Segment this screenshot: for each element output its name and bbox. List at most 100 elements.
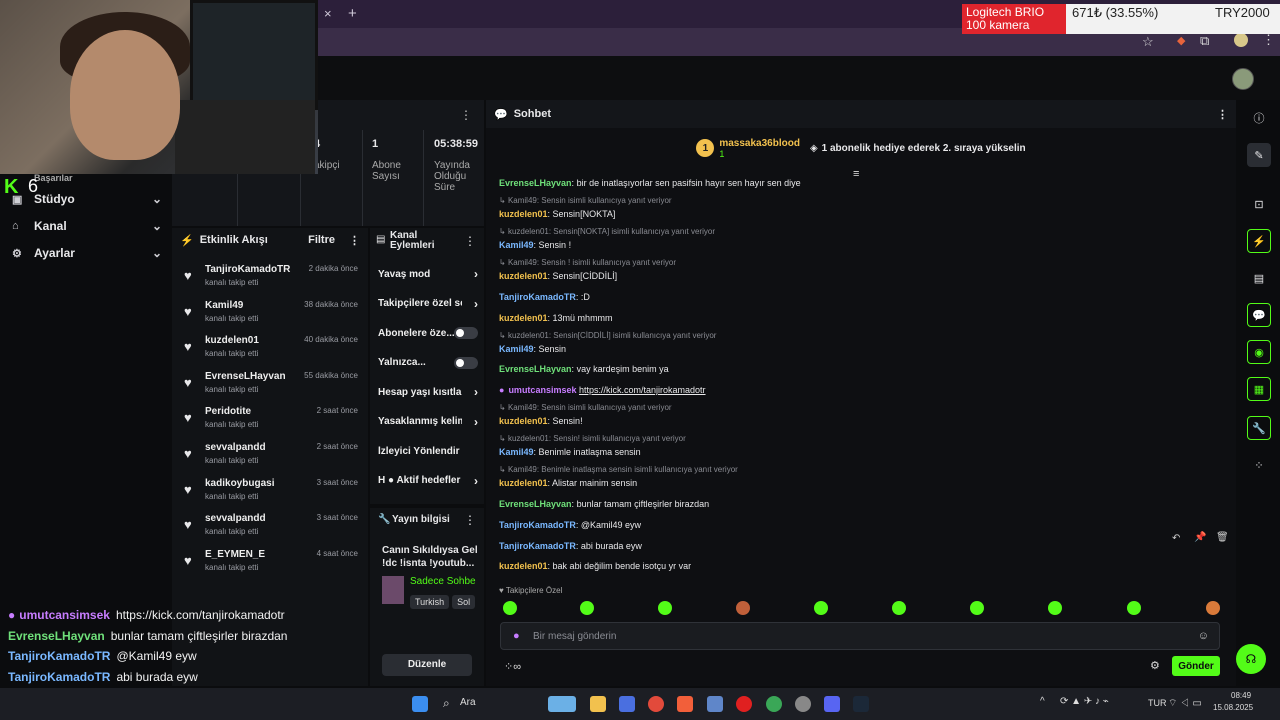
chat-message[interactable]: kuzdelen01: Alistar mainim sensin (499, 478, 637, 488)
info-icon[interactable]: ⓘ (1247, 106, 1271, 130)
chat-message[interactable]: EvrenseLHayvan: vay kardeşim benim ya (499, 364, 669, 374)
browser-menu-icon[interactable]: ⋮ (1262, 32, 1275, 48)
chat-menu-icon[interactable]: ⋮ (1217, 108, 1228, 121)
support-icon[interactable]: ☊ (1236, 644, 1266, 674)
filter-button[interactable]: Filtre (308, 234, 335, 246)
chat-message[interactable]: EvrenseLHayvan: bir de inatlaşıyorlar se… (499, 178, 801, 188)
chat-username[interactable]: Kamil49 (499, 447, 534, 457)
chat-message[interactable]: kuzdelen01: Sensin[NOKTA] (499, 209, 615, 219)
chat-username[interactable]: kuzdelen01 (499, 561, 548, 571)
chat-username[interactable]: TanjiroKamadoTR (499, 292, 576, 302)
gear-icon[interactable]: ⚙ (1150, 659, 1160, 672)
chat-message[interactable]: Kamil49: Benimle inatlaşma sensin (499, 447, 641, 457)
activity-item[interactable]: ♥ kadikoybugasi kanalı takip etti 3 saat ön… (172, 476, 368, 510)
layout-icon[interactable]: ▦ (1247, 377, 1271, 401)
mic-icon[interactable]: ● (513, 630, 520, 642)
chat-username[interactable]: Kamil49 (499, 344, 534, 354)
activity-item[interactable]: ♥ EvrenseLHayvan kanalı takip etti 55 dakik… (172, 369, 368, 403)
channel-action-item[interactable]: Takipçilere özel sc › (378, 294, 478, 314)
browser-icon[interactable] (766, 696, 782, 712)
chat-message[interactable]: TanjiroKamadoTR: @Kamil49 eyw (499, 520, 641, 530)
channel-action-item[interactable]: Yasaklanmış kelim › (378, 412, 478, 432)
wrench-icon[interactable]: 🔧 (1247, 416, 1271, 440)
channel-action-item[interactable]: Yavaş mod › (378, 264, 478, 284)
app-icon[interactable] (795, 696, 811, 712)
brave-icon[interactable] (677, 696, 693, 712)
toggle-switch[interactable] (454, 327, 478, 339)
sidebar-item-settings[interactable]: ⚙ Ayarlar ⌄ (12, 243, 162, 263)
chat-message[interactable]: Kamil49: Sensin ! (499, 240, 571, 250)
tray-chevron-icon[interactable]: ^ (1040, 696, 1045, 707)
widget-icon[interactable] (548, 696, 576, 712)
chat-message[interactable]: kuzdelen01: bak abi değilim bende isotçu… (499, 561, 691, 571)
chat-username[interactable]: kuzdelen01 (499, 416, 548, 426)
chat-username[interactable]: EvrenseLHayvan (499, 364, 572, 374)
panel-menu-icon[interactable]: ⋮ (464, 234, 476, 248)
language-indicator[interactable]: TUR (1148, 698, 1167, 708)
broadcast-icon[interactable]: ◉ (1247, 340, 1271, 364)
profile-avatar[interactable] (1234, 33, 1248, 47)
emote-button[interactable] (1127, 601, 1141, 615)
channel-action-item[interactable]: İzleyici Yönlendir (378, 441, 478, 461)
sidebar-item-channel[interactable]: ⌂ Kanal ⌄ (12, 216, 162, 236)
youtube-icon[interactable] (736, 696, 752, 712)
taskbar-search-label[interactable]: Ara (460, 697, 476, 708)
activity-item[interactable]: ♥ TanjiroKamadoTR kanalı takip etti 2 dakik… (172, 262, 368, 296)
extensions-puzzle-icon[interactable]: ⧉ (1200, 33, 1209, 49)
grid-dots-icon[interactable]: ⁘ (1247, 453, 1271, 477)
activity-item[interactable]: ♥ Peridotite kanalı takip etti 2 saat önce (172, 404, 368, 438)
new-tab-button[interactable]: + (348, 5, 357, 22)
chat-username[interactable]: umutcansimsek (508, 385, 576, 395)
chat-icon[interactable]: 💬 (1247, 303, 1271, 327)
category-name[interactable]: Sadece Sohbe (410, 576, 476, 587)
chat-message[interactable]: kuzdelen01: Sensin! (499, 416, 583, 426)
tag[interactable]: Sol (452, 595, 476, 609)
channel-action-item[interactable]: H ● Aktif hedefler - 2 › (378, 471, 478, 491)
store-icon[interactable] (619, 696, 635, 712)
bookmark-star-icon[interactable]: ☆ (1142, 34, 1154, 50)
steam-icon[interactable] (853, 696, 869, 712)
chrome-icon[interactable] (648, 696, 664, 712)
search-icon[interactable]: ⌕ (443, 696, 450, 711)
delete-icon[interactable]: 🗑 (1216, 532, 1229, 543)
pin-icon[interactable]: 📌 (1194, 532, 1206, 543)
chat-username[interactable]: kuzdelen01 (499, 271, 548, 281)
windows-start-icon[interactable] (412, 696, 428, 712)
tray-icons[interactable]: ⟳ ▲ ✈ ♪ ⌁ (1060, 696, 1109, 707)
emote-button[interactable] (736, 601, 750, 615)
emote-button[interactable] (658, 601, 672, 615)
user-avatar[interactable] (1232, 68, 1254, 90)
toggle-switch[interactable] (454, 356, 478, 369)
chat-username[interactable]: kuzdelen01 (499, 209, 548, 219)
chat-settings-icon[interactable]: ⁘∞ (504, 660, 521, 673)
emote-button[interactable] (892, 601, 906, 615)
chat-username[interactable]: EvrenseLHayvan (499, 178, 572, 188)
collapse-icon[interactable]: ≡ (853, 168, 859, 180)
activity-item[interactable]: ♥ sevvalpandd kanalı takip etti 2 saat önce (172, 440, 368, 474)
chat-username[interactable]: TanjiroKamadoTR (499, 541, 576, 551)
activity-item[interactable]: ♥ Kamil49 kanalı takip etti 38 dakika önce (172, 298, 368, 332)
chat-username[interactable]: TanjiroKamadoTR (499, 520, 576, 530)
target-icon[interactable]: ⊡ (1247, 192, 1271, 216)
send-button[interactable]: Gönder (1172, 656, 1220, 676)
emote-button[interactable] (1206, 601, 1220, 615)
chat-username[interactable]: EvrenseLHayvan (499, 499, 572, 509)
emote-button[interactable] (503, 601, 517, 615)
emote-button[interactable] (814, 601, 828, 615)
activity-item[interactable]: ♥ kuzdelen01 kanalı takip etti 40 dakika ön… (172, 333, 368, 367)
network-icon[interactable]: ⌔ ◁ ▭ (1168, 697, 1202, 710)
panel-menu-icon[interactable]: ⋮ (349, 234, 360, 247)
chat-message[interactable]: Kamil49: Sensin (499, 344, 566, 354)
activity-item[interactable]: ♥ E_EYMEN_E kanalı takip etti 4 saat önce (172, 547, 368, 581)
channel-action-item[interactable]: Abonelere öze... (378, 323, 478, 343)
edit-button[interactable]: Düzenle (382, 654, 472, 676)
emote-button[interactable] (970, 601, 984, 615)
close-tab-button[interactable]: × (324, 6, 332, 21)
emote-button[interactable] (1048, 601, 1062, 615)
pinned-username[interactable]: massaka36blood (719, 138, 800, 149)
channel-action-item[interactable]: Hesap yaşı kısıtlar › (378, 382, 478, 402)
chat-link[interactable]: https://kick.com/tanjirokamadotr (579, 385, 706, 395)
reply-icon[interactable]: ↶ (1172, 533, 1180, 544)
chat-message[interactable]: EvrenseLHayvan: bunlar tamam çiftleşirle… (499, 499, 709, 509)
emoji-icon[interactable]: ☺ (1198, 630, 1209, 642)
